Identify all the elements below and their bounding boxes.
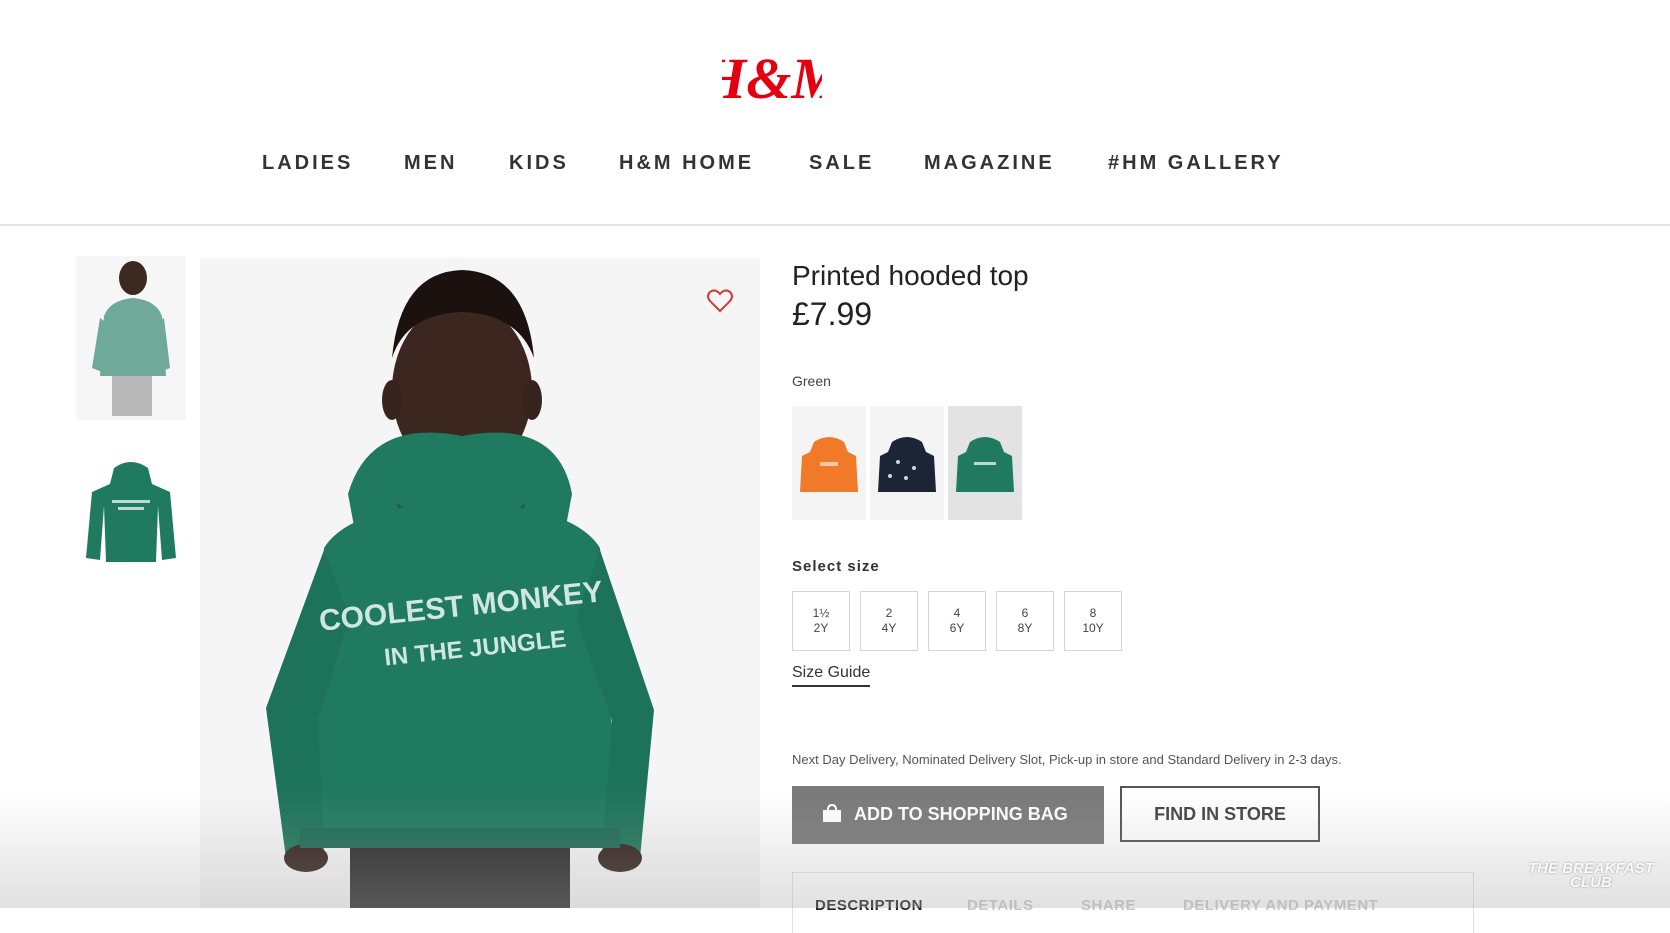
svg-text:H&M: H&M <box>722 46 822 111</box>
nav-men[interactable]: MEN <box>404 152 457 175</box>
swatch-green[interactable] <box>948 406 1022 520</box>
nav-hm-home[interactable]: H&M HOME <box>619 152 754 175</box>
hm-logo[interactable]: H&M <box>722 42 822 114</box>
nav-hm-gallery[interactable]: #HM GALLERY <box>1108 152 1284 175</box>
tab-share[interactable]: SHARE <box>1081 897 1136 914</box>
size-option-1[interactable]: 1½ 2Y <box>792 591 850 651</box>
shopping-bag-icon <box>823 804 841 822</box>
tab-description[interactable]: DESCRIPTION <box>815 897 923 914</box>
delivery-info: Next Day Delivery, Nominated Delivery Sl… <box>792 752 1342 767</box>
swatch-navy[interactable] <box>870 406 944 520</box>
thumbnail-flat[interactable] <box>76 454 186 572</box>
find-in-store-button[interactable]: FIND IN STORE <box>1120 786 1320 842</box>
breakfast-club-watermark: THE BREAKFAST CLUB <box>1528 860 1654 891</box>
product-main-image: COOLEST MONKEY IN THE JUNGLE <box>200 258 760 908</box>
tab-details[interactable]: DETAILS <box>967 897 1034 914</box>
site-header: H&M LADIES MEN KIDS H&M HOME SALE MAGAZI… <box>0 0 1670 226</box>
size-option-2[interactable]: 2 4Y <box>860 591 918 651</box>
size-option-5[interactable]: 8 10Y <box>1064 591 1122 651</box>
size-option-3[interactable]: 4 6Y <box>928 591 986 651</box>
color-label: Green <box>792 373 831 389</box>
size-guide-link[interactable]: Size Guide <box>792 664 871 687</box>
tab-delivery-payment[interactable]: DELIVERY AND PAYMENT <box>1183 897 1378 914</box>
select-size-label: Select size <box>792 558 880 575</box>
heart-icon[interactable] <box>706 288 734 314</box>
add-to-bag-button[interactable]: ADD TO SHOPPING BAG <box>792 786 1104 844</box>
nav-kids[interactable]: KIDS <box>509 152 569 175</box>
thumbnail-model[interactable] <box>76 256 186 420</box>
color-swatches <box>792 406 1022 520</box>
product-info-tabs: DESCRIPTION DETAILS SHARE DELIVERY AND P… <box>792 872 1474 933</box>
product-price: £7.99 <box>792 296 873 332</box>
nav-ladies[interactable]: LADIES <box>262 152 353 175</box>
product-title: Printed hooded top <box>792 260 1029 291</box>
swatch-orange[interactable] <box>792 406 866 520</box>
nav-magazine[interactable]: MAGAZINE <box>924 152 1055 175</box>
size-option-4[interactable]: 6 8Y <box>996 591 1054 651</box>
nav-sale[interactable]: SALE <box>809 152 874 175</box>
